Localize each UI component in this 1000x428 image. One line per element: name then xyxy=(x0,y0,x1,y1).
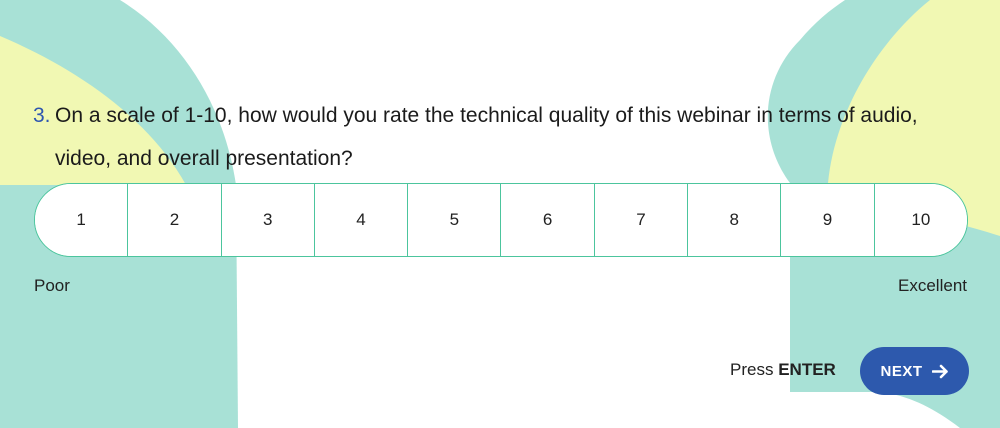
rating-option-4[interactable]: 4 xyxy=(313,184,408,256)
question-text: On a scale of 1-10, how would you rate t… xyxy=(55,104,918,170)
rating-option-10[interactable]: 10 xyxy=(873,184,967,256)
scale-min-label: Poor xyxy=(34,276,70,295)
rating-option-7[interactable]: 7 xyxy=(593,184,688,256)
rating-option-5[interactable]: 5 xyxy=(407,184,501,256)
question: 3. On a scale of 1-10, how would you rat… xyxy=(33,94,973,180)
rating-option-8[interactable]: 8 xyxy=(687,184,781,256)
next-button-label: NEXT xyxy=(880,362,923,380)
rating-option-9[interactable]: 9 xyxy=(780,184,874,256)
hint-key: ENTER xyxy=(778,360,836,379)
keyboard-hint: Press ENTER xyxy=(730,360,836,380)
question-card: 3. On a scale of 1-10, how would you rat… xyxy=(0,0,1000,428)
hint-prefix: Press xyxy=(730,360,774,379)
scale-max-label: Excellent xyxy=(898,276,967,295)
arrow-right-icon xyxy=(931,364,949,379)
rating-option-1[interactable]: 1 xyxy=(35,184,128,256)
next-button[interactable]: NEXT xyxy=(860,347,969,395)
question-number: 3. xyxy=(33,104,51,127)
rating-scale: 1 2 3 4 5 6 7 8 9 10 xyxy=(34,183,968,257)
rating-option-6[interactable]: 6 xyxy=(500,184,594,256)
rating-option-2[interactable]: 2 xyxy=(127,184,221,256)
rating-option-3[interactable]: 3 xyxy=(220,184,314,256)
